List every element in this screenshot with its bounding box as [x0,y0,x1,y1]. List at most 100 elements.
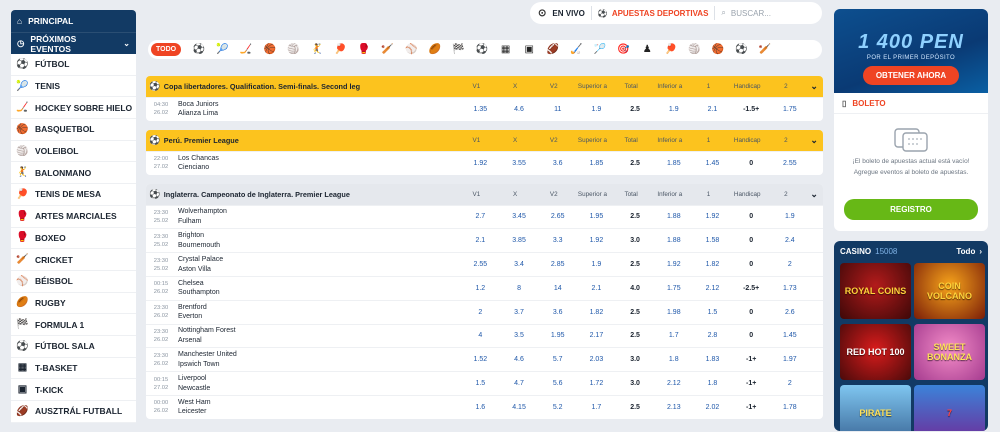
sport-filter-icon[interactable]: ⚽ [730,43,754,57]
sidebar-item[interactable]: 🏈 AUSZTRÁL FUTBALL [11,401,136,423]
odd-button[interactable]: 3.55 [500,160,539,167]
odd-button[interactable]: 3.85 [500,237,539,244]
filter-all-button[interactable]: TODO [151,43,182,56]
event-row[interactable]: 23:30 25.02 Wolverhampton Fulham 2.7 3.45 2.65… [146,204,823,229]
register-button[interactable]: REGISTRO [844,199,978,220]
odd-button[interactable]: 1.58 [693,237,732,244]
casino-game-tile[interactable]: ROYAL COINS [840,263,911,319]
event-teams[interactable]: Brentford Everton [176,303,461,322]
sport-filter-icon[interactable]: ⚾ [399,43,423,57]
odd-button[interactable]: 2.12 [693,285,732,292]
odd-button[interactable]: 4.0 [616,285,655,292]
odd-button[interactable]: 1.9 [577,106,616,113]
odd-button[interactable]: 1.7 [654,332,693,339]
event-row[interactable]: 23:30 26.02 Nottingham Forest Arsenal 4 3.5 1.… [146,323,823,348]
odd-button[interactable]: 1.8 [654,356,693,363]
odd-button[interactable]: 1.35 [461,106,500,113]
sidebar-item[interactable]: 🏀 BASQUETBOL [11,119,136,141]
odd-button[interactable]: 0 [732,332,771,339]
odd-button[interactable]: 2.55 [771,160,810,167]
odd-button[interactable]: 1.85 [577,160,616,167]
event-teams[interactable]: Boca Juniors Alianza Lima [176,100,461,119]
sidebar-item[interactable]: 🏁 FORMULA 1 [11,314,136,336]
odd-button[interactable]: 1.78 [771,404,810,411]
odd-button[interactable]: 1.92 [654,261,693,268]
casino-game-tile[interactable]: 7 [914,385,985,431]
sidebar-item[interactable]: ⚽ FÚTBOL [11,54,136,76]
casino-game-tile[interactable]: SWEET BONANZA [914,324,985,380]
odd-button[interactable]: 3.45 [500,213,539,220]
odd-button[interactable]: 1.7 [577,404,616,411]
event-teams[interactable]: Chelsea Southampton [176,279,461,298]
odd-button[interactable]: 5.6 [538,380,577,387]
odd-button[interactable]: -1+ [732,380,771,387]
search-box[interactable]: ⌕ BUSCAR... [721,8,771,18]
odd-button[interactable]: 0 [732,160,771,167]
sport-filter-icon[interactable]: ▣ [517,43,541,57]
sport-filter-icon[interactable]: ▦ [494,43,518,57]
league-header[interactable]: ⚽ Perú. Premier League V1 X V2 Superior a Tota… [146,129,823,151]
sport-filter-icon[interactable]: 🤾 [305,43,329,57]
sidebar-item[interactable]: 🏓 TENIS DE MESA [11,184,136,206]
sport-filter-icon[interactable]: 🏑 [565,43,589,57]
odd-button[interactable]: 2.85 [538,261,577,268]
odd-button[interactable]: 2.1 [693,106,732,113]
odd-button[interactable]: 2.5 [616,309,655,316]
event-teams[interactable]: Los Chancas Cienciano [176,154,461,173]
odd-button[interactable]: 3.5 [500,332,539,339]
event-teams[interactable]: Crystal Palace Aston Villa [176,255,461,274]
sidebar-item[interactable]: 🏏 CRICKET [11,249,136,271]
sidebar-item[interactable]: 🏒 HOCKEY SOBRE HIELO [11,97,136,120]
odd-button[interactable]: 2.03 [577,356,616,363]
odd-button[interactable]: 3.0 [616,356,655,363]
odd-button[interactable]: 2.5 [616,261,655,268]
odd-button[interactable]: 3.7 [500,309,539,316]
odd-button[interactable]: 1.85 [654,160,693,167]
sidebar-item-proximos-eventos[interactable]: ◷ PRÓXIMOS EVENTOS ⌄ [11,32,136,54]
odd-button[interactable]: 0 [732,309,771,316]
odd-button[interactable]: 1.8 [693,380,732,387]
sidebar-item[interactable]: ▦ T-BASKET [11,358,136,380]
odd-button[interactable]: -1+ [732,404,771,411]
sport-filter-icon[interactable]: 🏐 [281,43,305,57]
sport-filter-icon[interactable]: ⚽ [470,43,494,57]
sport-filter-icon[interactable]: 🏏 [753,43,777,57]
odd-button[interactable]: 1.98 [654,309,693,316]
search-input[interactable]: BUSCAR... [731,9,771,18]
event-teams[interactable]: Manchester United Ipswich Town [176,350,461,369]
sport-filter-icon[interactable]: 🏈 [541,43,565,57]
casino-all-link[interactable]: Todo › [956,247,982,256]
odd-button[interactable]: 1.52 [461,356,500,363]
sidebar-item[interactable]: ⚽ FÚTBOL SALA [11,336,136,358]
odd-button[interactable]: 4.6 [500,106,539,113]
get-now-button[interactable]: OBTENER AHORA [862,66,960,85]
odd-button[interactable]: 1.82 [577,309,616,316]
odd-button[interactable]: 1.73 [771,285,810,292]
odd-button[interactable]: 1.95 [538,332,577,339]
casino-game-tile[interactable]: RED HOT 100 [840,324,911,380]
odd-button[interactable]: 2 [771,380,810,387]
odd-button[interactable]: 3.6 [538,309,577,316]
chevron-down-icon[interactable]: ⌄ [805,135,823,146]
sport-filter-icon[interactable]: 🥊 [352,43,376,57]
odd-button[interactable]: -2.5+ [732,285,771,292]
odd-button[interactable]: 2.8 [693,332,732,339]
sidebar-item[interactable]: 🏐 VOLEIBOL [11,141,136,163]
odd-button[interactable]: 2.1 [461,237,500,244]
sidebar-item[interactable]: 🤾 BALONMANO [11,162,136,185]
odd-button[interactable]: 1.72 [577,380,616,387]
odd-button[interactable]: 0 [732,237,771,244]
chevron-down-icon[interactable]: ⌄ [805,189,823,200]
event-teams[interactable]: Liverpool Newcastle [176,374,461,393]
sport-filter-icon[interactable]: 🎯 [612,43,636,57]
event-teams[interactable]: Wolverhampton Fulham [176,207,461,226]
odd-button[interactable]: 1.9 [771,213,810,220]
sport-filter-icon[interactable]: 🏉 [423,43,447,57]
odd-button[interactable]: -1.5+ [732,106,771,113]
event-row[interactable]: 00:15 26.02 Chelsea Southampton 1.2 8 14 2.1 4.0… [146,275,823,300]
event-row[interactable]: 23:30 25.02 Crystal Palace Aston Villa 2.55 3… [146,252,823,276]
odd-button[interactable]: 2.6 [771,309,810,316]
sidebar-item[interactable]: 🎾 TENIS [11,76,136,98]
odd-button[interactable]: 3.3 [538,237,577,244]
odd-button[interactable]: 1.83 [693,356,732,363]
